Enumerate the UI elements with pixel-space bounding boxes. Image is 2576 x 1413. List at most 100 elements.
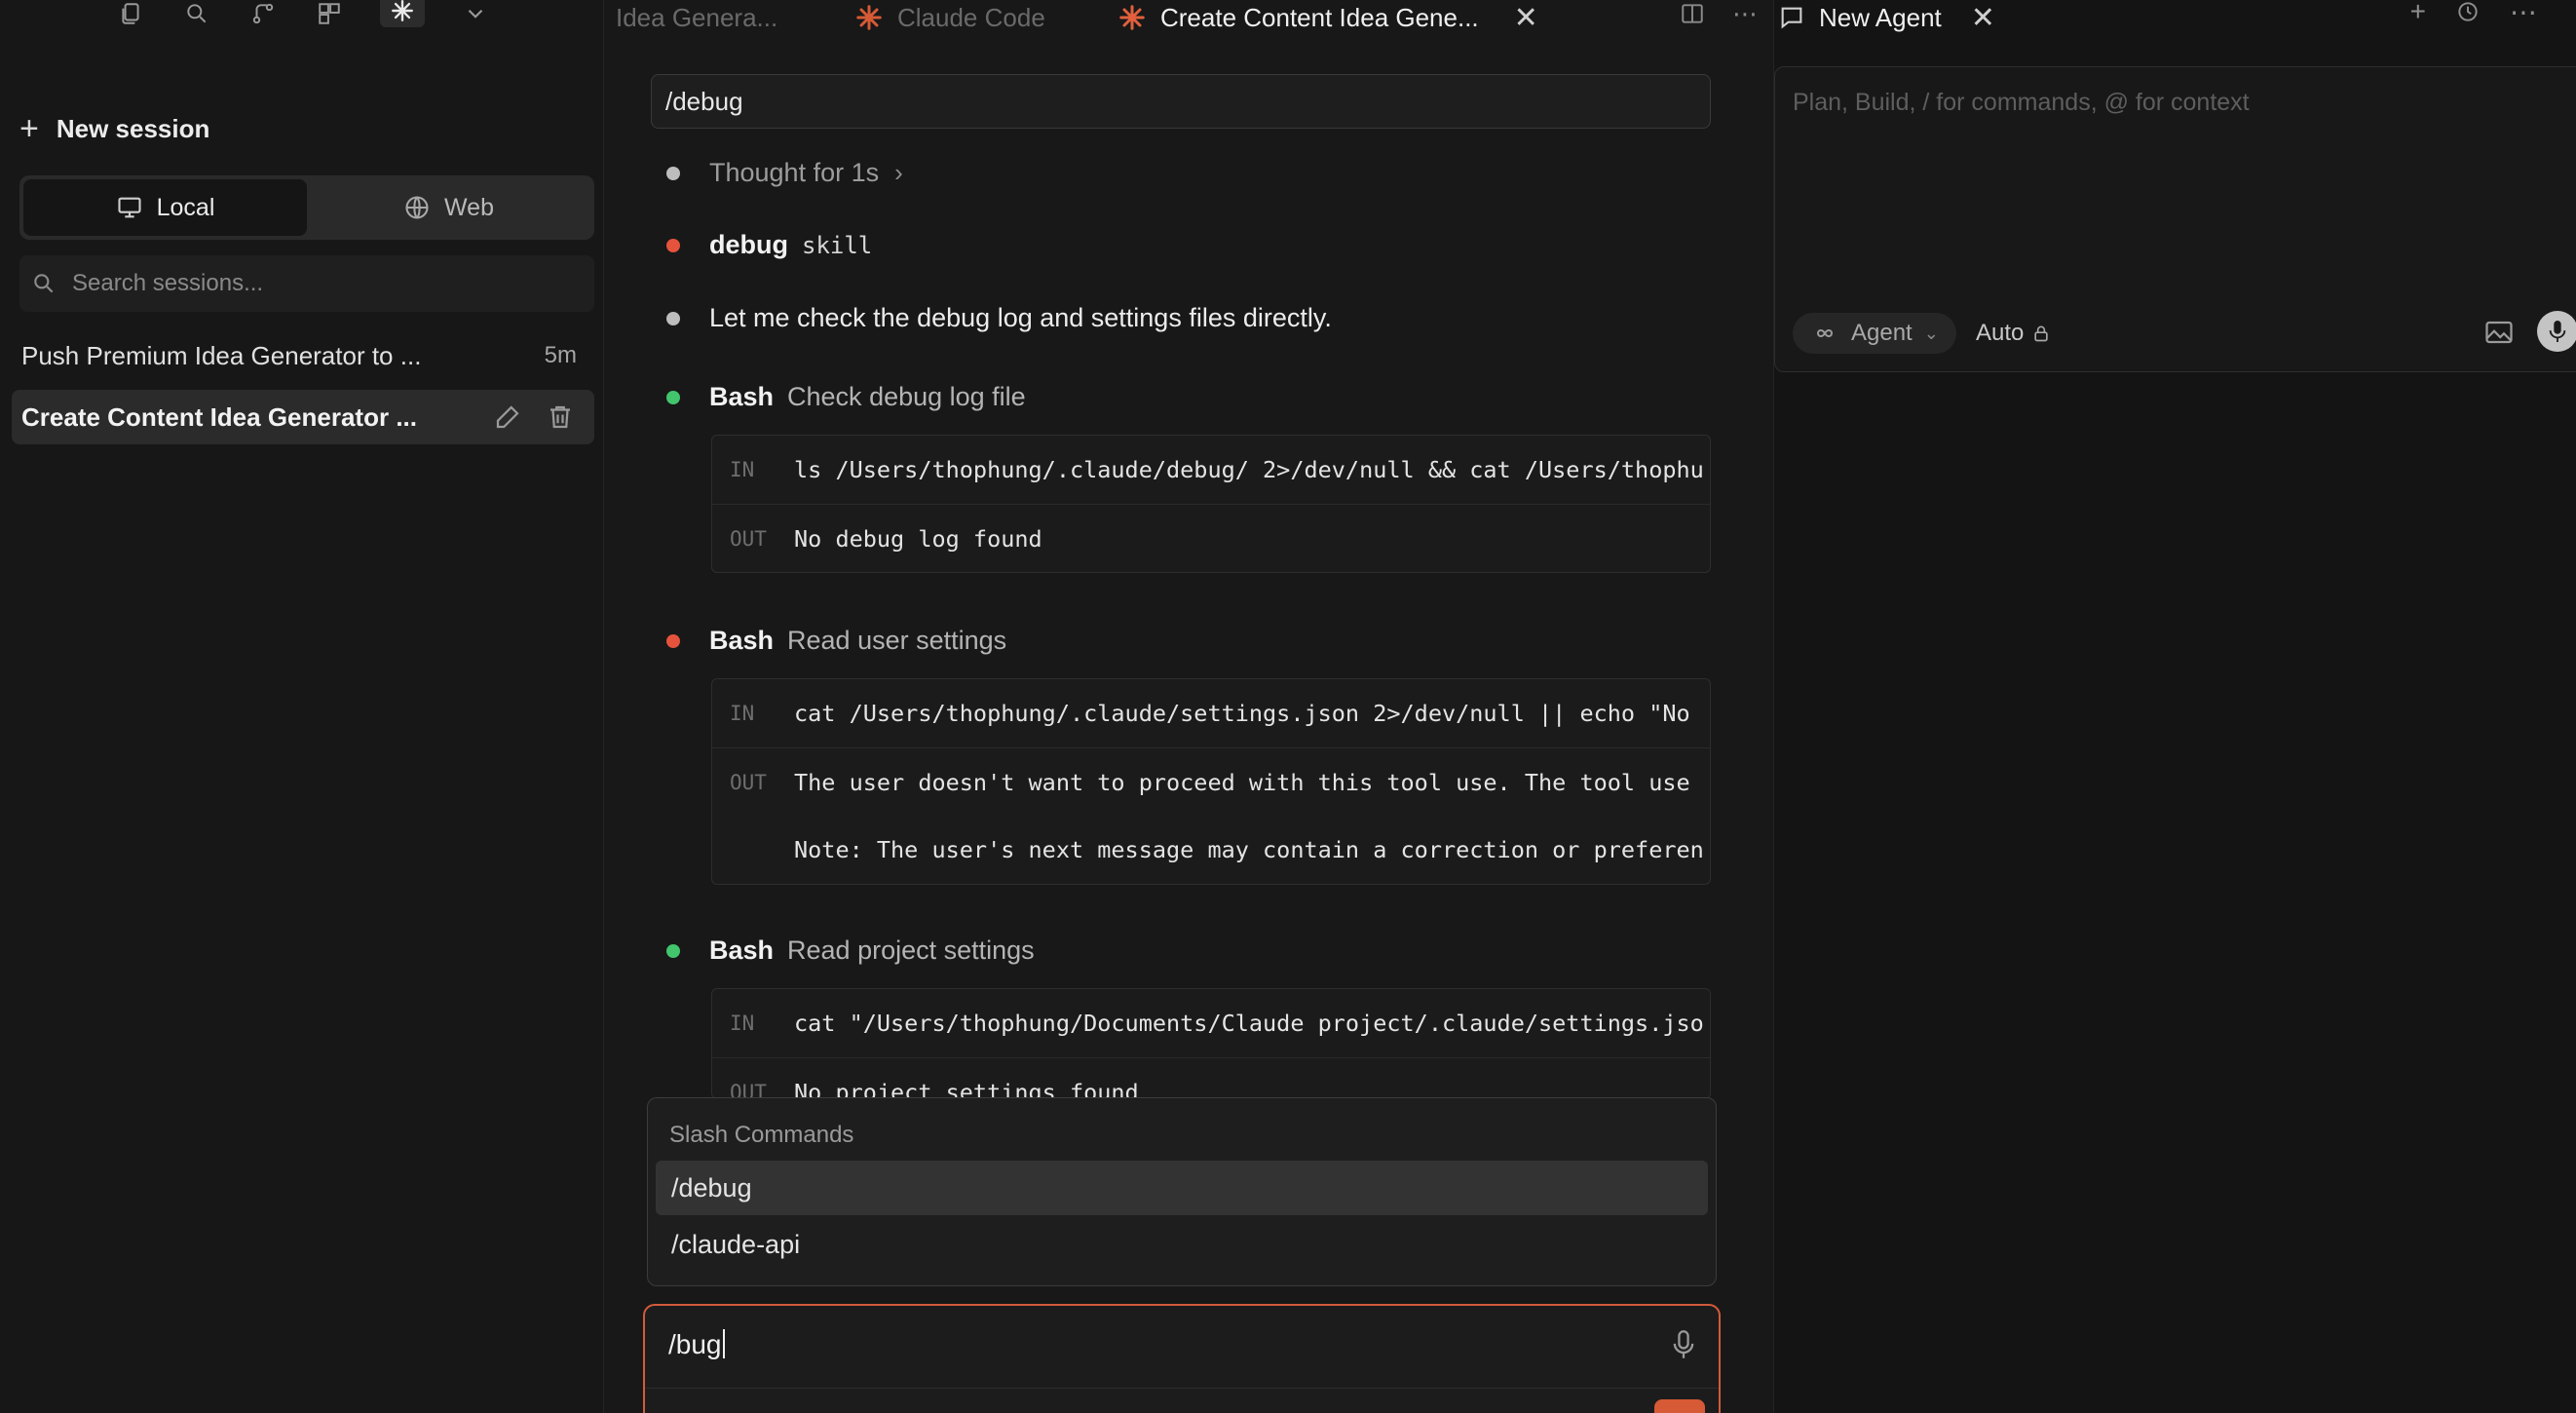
tool-input: ls /Users/thophung/.claude/debug/ 2>/dev… xyxy=(794,456,1704,483)
files-icon[interactable] xyxy=(115,0,146,27)
session-search-input[interactable]: Search sessions... xyxy=(19,255,594,312)
claude-spark-icon[interactable] xyxy=(380,0,425,27)
tool-output-line: Note: The user's next message may contai… xyxy=(712,816,1710,884)
input-text: /bug xyxy=(668,1329,722,1359)
tab-actions: ⋯ xyxy=(1680,0,1758,29)
agent-mode-label: Agent xyxy=(1851,320,1913,346)
new-session-label: New session xyxy=(56,113,210,143)
io-out-tag: OUT xyxy=(730,770,767,794)
chat-pane: Idea Genera... Claude Code Create Conten… xyxy=(604,0,1773,1413)
tool-name: Bash xyxy=(709,382,775,411)
tool-io-block: IN ls /Users/thophung/.claude/debug/ 2>/… xyxy=(711,435,1711,573)
agent-tab-actions: + ⋯ xyxy=(2410,0,2537,27)
branch-icon[interactable] xyxy=(247,0,279,27)
text-caret xyxy=(722,1329,725,1358)
tool-output-line: OUT No project settings found xyxy=(712,1057,1710,1099)
slash-item-claude-api[interactable]: /claude-api xyxy=(656,1217,1708,1272)
plus-icon[interactable]: + xyxy=(2410,0,2426,27)
microphone-icon[interactable] xyxy=(1670,1329,1697,1360)
io-in-tag: IN xyxy=(730,702,755,725)
io-in-tag: IN xyxy=(730,458,755,481)
tab-bar: Idea Genera... Claude Code Create Conten… xyxy=(604,0,1773,35)
skill-name: debug xyxy=(709,230,788,259)
tool-call-header[interactable]: Bash Read user settings xyxy=(666,626,1006,656)
close-tab-icon[interactable]: ✕ xyxy=(1971,1,1995,35)
more-icon[interactable]: ⋯ xyxy=(1732,0,1758,29)
microphone-icon xyxy=(2549,321,2566,342)
web-tab[interactable]: Web xyxy=(307,179,590,236)
local-tab[interactable]: Local xyxy=(23,179,307,236)
session-title: Create Content Idea Generator ... xyxy=(21,401,417,432)
tool-output: Note: The user's next message may contai… xyxy=(794,836,1704,863)
thought-label: Thought for 1s xyxy=(709,158,880,187)
globe-icon xyxy=(405,196,429,219)
more-icon[interactable]: ⋯ xyxy=(2510,0,2537,28)
tool-input-line: IN cat "/Users/thophung/Documents/Claude… xyxy=(712,989,1710,1057)
tool-desc: Read user settings xyxy=(787,626,1007,655)
sidebar: + New session Local Web Search sessions.… xyxy=(0,0,604,1413)
status-dot xyxy=(666,390,680,404)
tool-name: Bash xyxy=(709,936,775,965)
skill-kind: skill xyxy=(802,231,873,259)
tab-new-agent[interactable]: New Agent ✕ xyxy=(1778,0,1995,35)
tab-label: Claude Code xyxy=(897,2,1045,32)
tab-label: Idea Genera... xyxy=(616,2,778,32)
session-scope-toggle: Local Web xyxy=(19,175,594,240)
status-dot xyxy=(666,633,680,648)
skill-row: debug skill xyxy=(666,230,872,260)
message-input-value[interactable]: /bug xyxy=(668,1329,725,1360)
status-dot xyxy=(666,238,680,252)
message-input[interactable]: /bug xyxy=(643,1304,1721,1413)
lock-icon xyxy=(2034,325,2049,342)
session-time: 5m xyxy=(544,342,577,368)
message-text: Let me check the debug log and settings … xyxy=(709,303,1332,332)
tool-call-header[interactable]: Bash Check debug log file xyxy=(666,382,1026,412)
io-out-tag: OUT xyxy=(730,526,767,551)
session-item[interactable]: Push Premium Idea Generator to ... 5m xyxy=(12,328,594,383)
trash-icon[interactable] xyxy=(546,402,575,432)
search-placeholder: Search sessions... xyxy=(72,270,264,296)
extensions-icon[interactable] xyxy=(314,0,345,27)
tool-output: No project settings found xyxy=(794,1078,1139,1099)
slash-commands-menu: Slash Commands /debug /claude-api xyxy=(647,1097,1717,1286)
tab-create-content[interactable]: Create Content Idea Gene... ✕ xyxy=(1106,0,1550,35)
tool-input: cat "/Users/thophung/Documents/Claude pr… xyxy=(794,1010,1704,1037)
thought-row[interactable]: Thought for 1s › xyxy=(666,158,903,188)
tool-name: Bash xyxy=(709,626,775,655)
agent-input-box[interactable]: Plan, Build, / for commands, @ for conte… xyxy=(1774,66,2576,372)
auto-label: Auto xyxy=(1976,320,2025,346)
agent-pane: New Agent ✕ + ⋯ Plan, Build, / for comma… xyxy=(1773,0,2576,1413)
input-divider xyxy=(645,1388,1719,1389)
slash-item-debug[interactable]: /debug xyxy=(656,1161,1708,1215)
tool-output: The user doesn't want to proceed with th… xyxy=(794,768,1690,796)
tool-output-line: OUT No debug log found xyxy=(712,504,1710,572)
local-tab-label: Local xyxy=(156,193,215,221)
status-dot xyxy=(666,166,680,180)
chevron-down-icon: ⌄ xyxy=(1923,323,1939,343)
chevron-right-icon: › xyxy=(894,158,903,187)
tool-output-line: OUT The user doesn't want to proceed wit… xyxy=(712,747,1710,816)
infinity-icon xyxy=(1816,329,1834,337)
session-item-active[interactable]: Create Content Idea Generator ... xyxy=(12,390,594,444)
agent-mode-select[interactable]: Agent ⌄ xyxy=(1793,313,1956,354)
split-view-icon[interactable] xyxy=(1680,1,1705,26)
command-echo: /debug xyxy=(651,74,1711,129)
claude-spark-icon xyxy=(856,5,882,30)
tab-idea-generator[interactable]: Idea Genera... xyxy=(604,0,843,35)
history-icon[interactable] xyxy=(2455,0,2481,24)
claude-spark-icon xyxy=(1119,5,1145,30)
send-button[interactable] xyxy=(1654,1399,1705,1413)
pencil-icon[interactable] xyxy=(493,402,522,432)
voice-button[interactable] xyxy=(2537,311,2576,352)
plus-icon: + xyxy=(19,110,39,147)
search-icon[interactable] xyxy=(181,0,212,27)
new-session-button[interactable]: + New session xyxy=(19,109,209,148)
tab-label: New Agent xyxy=(1819,2,1942,32)
close-tab-icon[interactable]: ✕ xyxy=(1514,1,1538,35)
auto-mode-toggle[interactable]: Auto xyxy=(1976,313,2051,354)
tab-claude-code[interactable]: Claude Code xyxy=(843,0,1106,35)
tool-call-header[interactable]: Bash Read project settings xyxy=(666,936,1035,966)
image-icon[interactable] xyxy=(2484,319,2514,346)
sidebar-toolbar xyxy=(115,0,491,27)
chevron-down-icon[interactable] xyxy=(460,0,491,27)
